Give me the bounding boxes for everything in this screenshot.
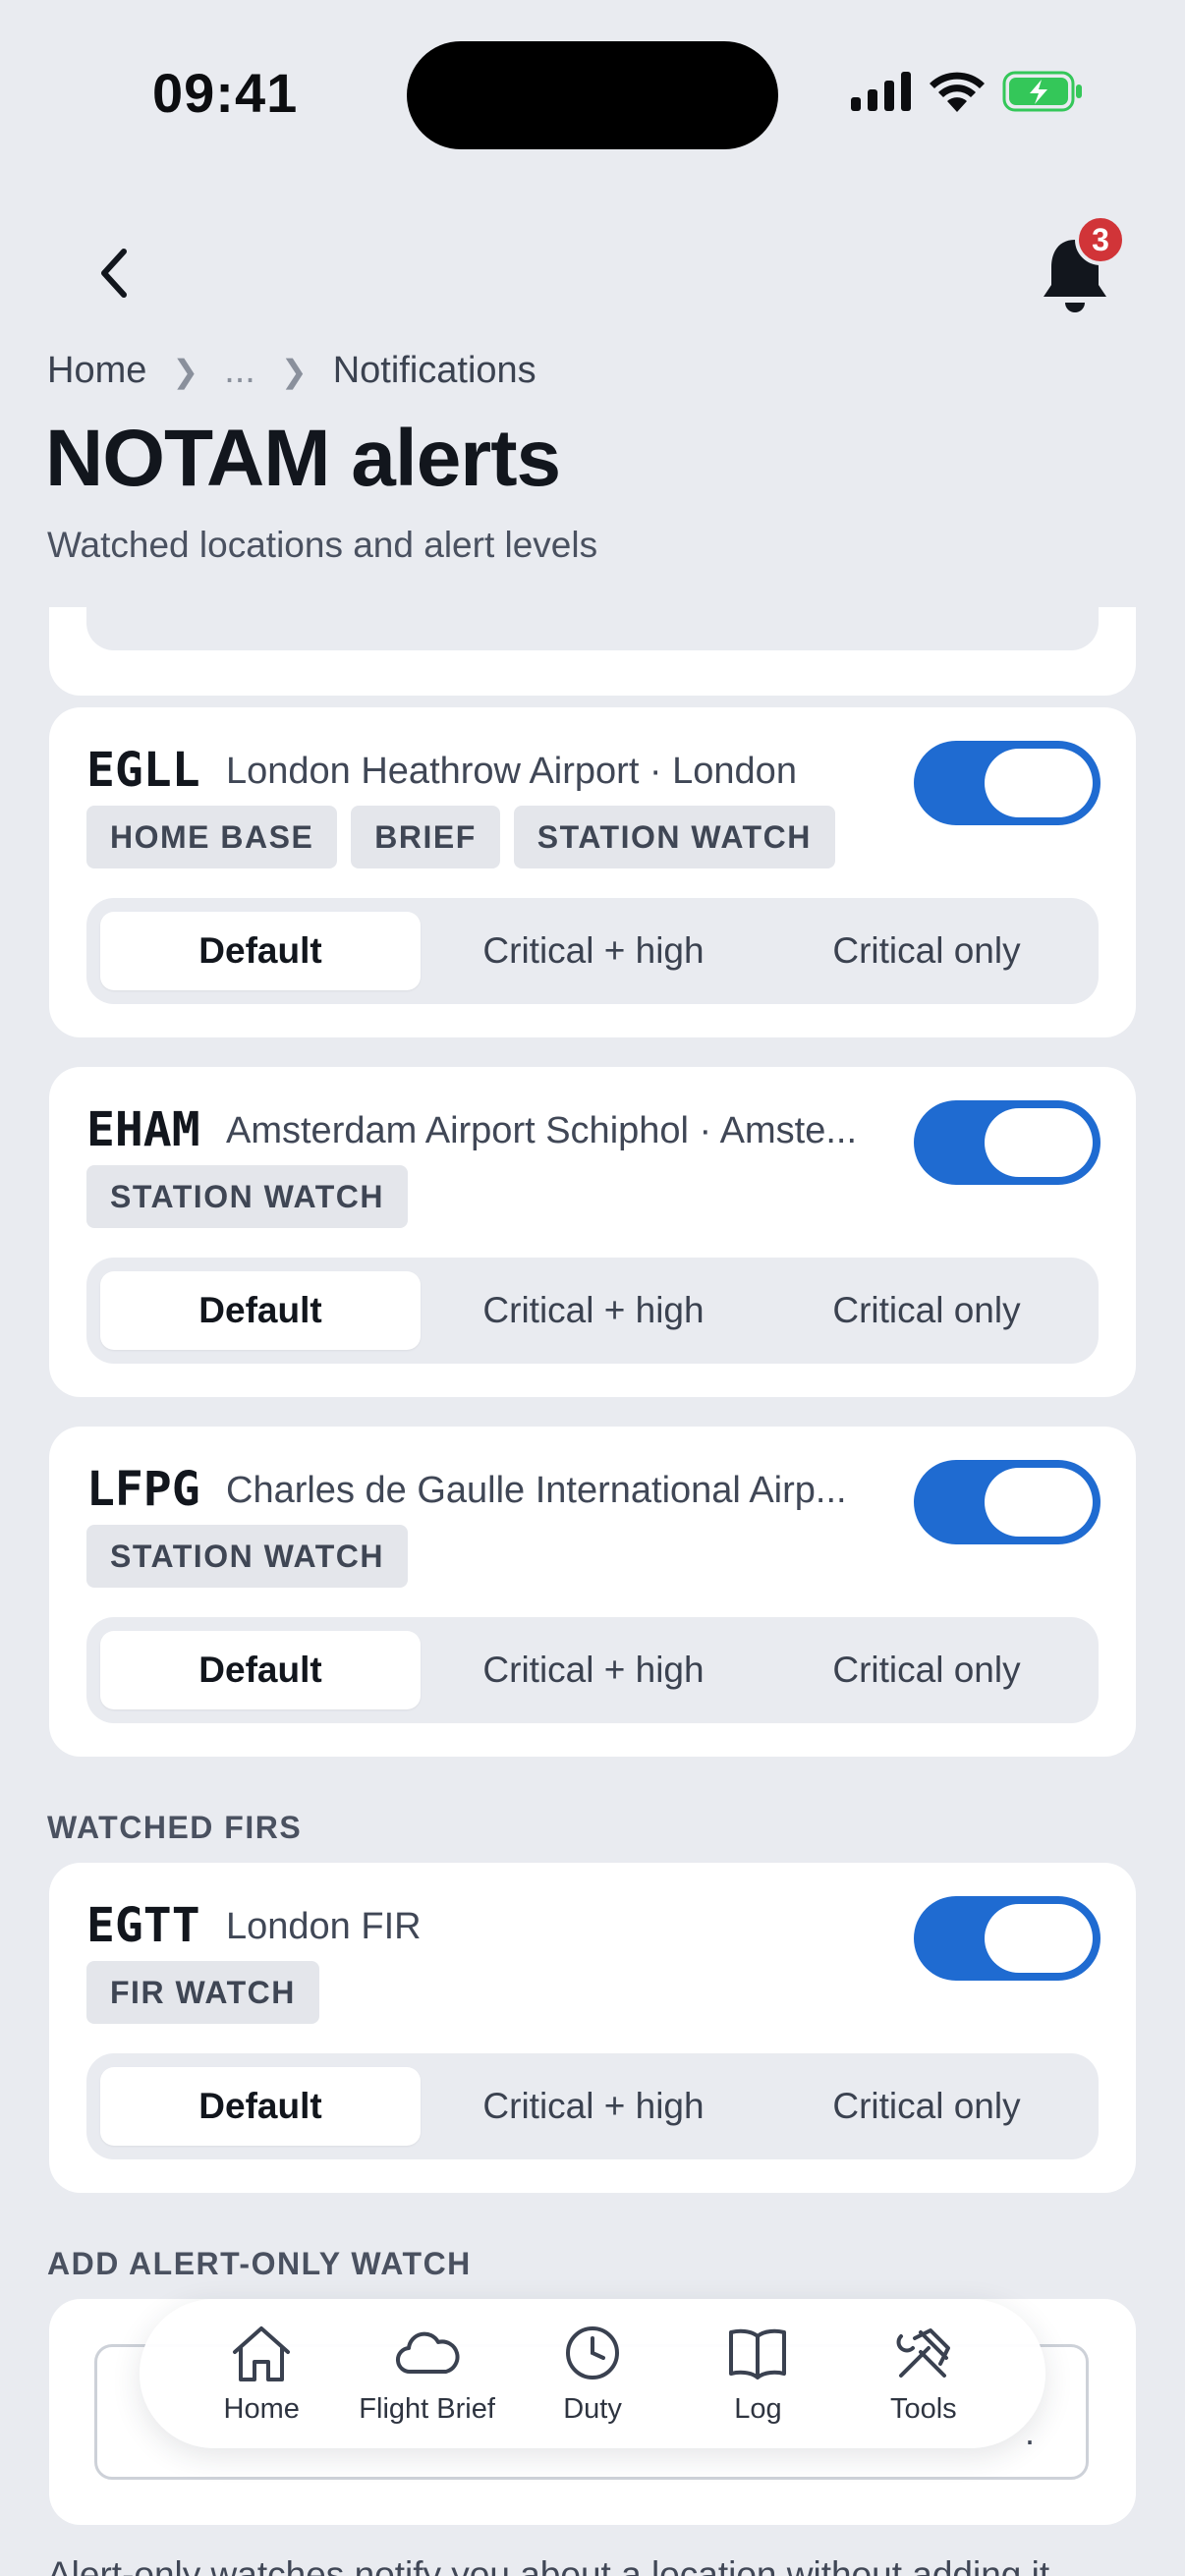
breadcrumb-ellipsis[interactable]: ... (224, 350, 255, 392)
toggle-knob (985, 1904, 1093, 1973)
tag-fir-watch: FIR WATCH (86, 1961, 319, 2024)
level-default[interactable]: Default (100, 2067, 421, 2146)
fir-toggle[interactable] (914, 1896, 1100, 1981)
signal-icon (851, 72, 911, 111)
station-name: Amsterdam Airport Schiphol · Amste... (226, 1110, 858, 1151)
tab-log[interactable]: Log (675, 2323, 840, 2426)
chevron-right-icon: ❯ (172, 353, 199, 389)
tab-label: Log (734, 2392, 782, 2425)
level-critical-only[interactable]: Critical only (766, 1271, 1087, 1350)
tab-flight-brief[interactable]: Flight Brief (344, 2323, 509, 2426)
station-toggle[interactable] (914, 1100, 1100, 1185)
station-card-lfpg: LFPG Charles de Gaulle International Air… (49, 1427, 1136, 1757)
station-card-egll: EGLL London Heathrow Airport · London HO… (49, 707, 1136, 1037)
alert-level-control: Default Critical + high Critical only (86, 1258, 1099, 1364)
home-icon (233, 2325, 291, 2381)
station-card-partial (49, 607, 1136, 696)
top-nav (0, 206, 1185, 334)
station-code: EHAM (86, 1102, 200, 1157)
level-default[interactable]: Default (100, 1631, 421, 1709)
battery-icon (1002, 71, 1082, 112)
book-icon (729, 2328, 787, 2380)
tab-label: Home (223, 2392, 300, 2425)
status-icons (851, 71, 1083, 112)
station-code: LFPG (86, 1462, 200, 1517)
station-name: Charles de Gaulle International Airp... (226, 1470, 847, 1511)
section-label-firs: WATCHED FIRS (47, 1810, 303, 1845)
station-card-eham: EHAM Amsterdam Airport Schiphol · Amste.… (49, 1067, 1136, 1397)
breadcrumb-current: Notifications (332, 350, 536, 391)
tag-station-watch: STATION WATCH (86, 1165, 409, 1228)
station-name: London Heathrow Airport · London (226, 751, 797, 792)
level-critical-only[interactable]: Critical only (766, 912, 1087, 990)
tab-label: Duty (563, 2392, 622, 2425)
toggle-knob (985, 1468, 1093, 1537)
scroll-content[interactable]: EGLL London Heathrow Airport · London HO… (0, 607, 1185, 2576)
alert-level-control: Default Critical + high Critical only (86, 1617, 1099, 1723)
cloud-icon (395, 2331, 460, 2374)
add-watch-footnote: Alert-only watches notify you about a lo… (47, 2554, 1050, 2576)
notification-badge: 3 (1075, 214, 1126, 265)
alert-level-control: Default Critical + high Critical only (86, 2053, 1099, 2159)
back-button[interactable] (79, 238, 149, 308)
station-toggle[interactable] (914, 1460, 1100, 1544)
level-critical-only[interactable]: Critical only (766, 2067, 1087, 2146)
tag-list: HOME BASE BRIEF STATION WATCH (86, 806, 835, 868)
level-critical-high[interactable]: Critical + high (421, 912, 766, 990)
tag-home-base: HOME BASE (86, 806, 338, 868)
status-time: 09:41 (152, 62, 299, 124)
tab-tools[interactable]: Tools (841, 2323, 1006, 2426)
level-critical-only[interactable]: Critical only (766, 1631, 1087, 1709)
dynamic-island (407, 41, 778, 149)
tag-list: FIR WATCH (86, 1961, 319, 2024)
breadcrumb: Home ❯ ... ❯ Notifications (47, 350, 536, 392)
tab-label: Tools (889, 2392, 957, 2425)
alert-level-control-partial (86, 607, 1099, 650)
fir-name: London FIR (226, 1906, 422, 1947)
tag-list: STATION WATCH (86, 1165, 409, 1228)
tag-station-watch: STATION WATCH (86, 1525, 409, 1588)
tag-brief: BRIEF (351, 806, 500, 868)
tab-home[interactable]: Home (179, 2323, 344, 2426)
level-critical-high[interactable]: Critical + high (421, 1271, 766, 1350)
alert-level-control: Default Critical + high Critical only (86, 898, 1099, 1004)
tab-bar: Home Flight Brief Duty Log Tools (140, 2299, 1045, 2448)
tag-station-watch: STATION WATCH (513, 806, 835, 868)
level-critical-high[interactable]: Critical + high (421, 2067, 766, 2146)
tab-label: Flight Brief (359, 2392, 495, 2425)
tab-duty[interactable]: Duty (510, 2323, 675, 2426)
toggle-knob (985, 1108, 1093, 1177)
fir-code: EGTT (86, 1898, 200, 1953)
station-code: EGLL (86, 743, 200, 798)
toggle-knob (985, 749, 1093, 817)
chevron-left-icon (101, 249, 127, 298)
tools-icon (896, 2327, 950, 2378)
clock-icon (566, 2325, 620, 2380)
level-default[interactable]: Default (100, 1271, 421, 1350)
chevron-right-icon: ❯ (280, 353, 308, 389)
page-title: NOTAM alerts (45, 414, 561, 503)
wifi-icon (930, 72, 985, 112)
section-label-add: ADD ALERT-ONLY WATCH (47, 2246, 472, 2281)
level-default[interactable]: Default (100, 912, 421, 990)
page-subtitle: Watched locations and alert levels (47, 525, 598, 565)
tag-list: STATION WATCH (86, 1525, 409, 1588)
fir-card-egtt: EGTT London FIR FIR WATCH Default Critic… (49, 1863, 1136, 2193)
station-toggle[interactable] (914, 741, 1100, 825)
breadcrumb-home[interactable]: Home (47, 350, 146, 392)
level-critical-high[interactable]: Critical + high (421, 1631, 766, 1709)
status-bar: 09:41 (0, 0, 1185, 187)
